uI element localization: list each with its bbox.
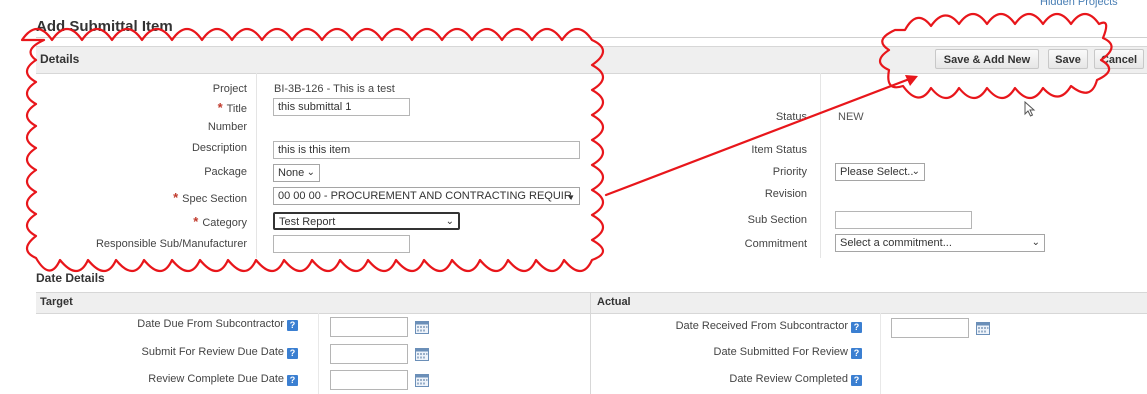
hidden-projects-link[interactable]: Hidden Projects bbox=[1040, 0, 1118, 8]
date-review-completed-text: Date Review Completed bbox=[729, 373, 848, 385]
submit-for-review-due-date-input[interactable] bbox=[330, 344, 408, 364]
date-due-from-subcontractor-label: Date Due From Subcontractor? bbox=[60, 318, 298, 331]
status-label: Status bbox=[775, 111, 807, 123]
review-complete-due-date-label: Review Complete Due Date? bbox=[60, 373, 298, 386]
details-column-divider bbox=[256, 73, 257, 258]
title-input[interactable]: this submittal 1 bbox=[273, 98, 410, 116]
title-label: * Title bbox=[32, 100, 247, 115]
arrowhead-icon bbox=[905, 75, 918, 86]
chevron-down-icon: ⌄ bbox=[911, 166, 920, 177]
category-label-text: Category bbox=[202, 217, 247, 229]
date-review-completed-label: Date Review Completed? bbox=[600, 373, 862, 386]
spec-section-select[interactable]: 00 00 00 - PROCUREMENT AND CONTRACTING R… bbox=[273, 187, 580, 205]
target-header: Target bbox=[40, 296, 73, 308]
page-title: Add Submittal Item bbox=[36, 18, 173, 35]
priority-select[interactable]: Please Select.. ⌄ bbox=[835, 163, 925, 181]
submit-for-review-due-date-text: Submit For Review Due Date bbox=[141, 346, 284, 358]
status-value: NEW bbox=[838, 111, 864, 123]
save-button[interactable]: Save bbox=[1048, 49, 1088, 69]
details-section-title: Details bbox=[40, 52, 80, 66]
description-label: Description bbox=[191, 142, 247, 154]
category-select-value: Test Report bbox=[279, 216, 336, 228]
review-complete-due-date-text: Review Complete Due Date bbox=[148, 373, 284, 385]
revision-label: Revision bbox=[764, 188, 807, 200]
required-star: * bbox=[217, 100, 223, 115]
priority-label: Priority bbox=[772, 166, 807, 178]
date-column-divider bbox=[590, 292, 591, 394]
help-icon[interactable]: ? bbox=[287, 348, 298, 359]
item-status-label: Item Status bbox=[751, 144, 807, 156]
package-label: Package bbox=[204, 166, 247, 178]
help-icon[interactable]: ? bbox=[851, 375, 862, 386]
commitment-select-value: Select a commitment... bbox=[840, 237, 952, 249]
actual-header: Actual bbox=[597, 296, 631, 308]
priority-select-value: Please Select.. bbox=[840, 166, 914, 178]
package-select-value: None bbox=[278, 167, 305, 179]
description-input[interactable]: this is this item bbox=[273, 141, 580, 159]
details-column-divider-right bbox=[820, 73, 821, 258]
spec-section-label-text: Spec Section bbox=[182, 193, 247, 205]
sub-section-label: Sub Section bbox=[747, 214, 807, 226]
required-star: * bbox=[173, 190, 179, 205]
calendar-icon[interactable] bbox=[415, 373, 429, 387]
submit-for-review-due-date-label: Submit For Review Due Date? bbox=[60, 346, 298, 359]
date-details-header-bar bbox=[36, 292, 1147, 314]
help-icon[interactable]: ? bbox=[287, 320, 298, 331]
review-complete-due-date-input[interactable] bbox=[330, 370, 408, 390]
commitment-label: Commitment bbox=[744, 238, 807, 250]
category-select[interactable]: Test Report ⌄ bbox=[273, 212, 460, 230]
responsible-input[interactable] bbox=[273, 235, 410, 253]
title-label-text: Title bbox=[226, 103, 247, 115]
spec-section-label: * Spec Section bbox=[32, 190, 247, 205]
spec-section-select-value: 00 00 00 - PROCUREMENT AND CONTRACTING R… bbox=[278, 190, 572, 202]
chevron-down-icon: ⌄ bbox=[1031, 237, 1040, 248]
cancel-button[interactable]: Cancel bbox=[1094, 49, 1144, 69]
date-received-from-subcontractor-input[interactable] bbox=[891, 318, 969, 338]
caret-down-icon: ▼ bbox=[567, 193, 575, 202]
required-star: * bbox=[193, 214, 199, 229]
save-and-add-new-button[interactable]: Save & Add New bbox=[935, 49, 1039, 69]
help-icon[interactable]: ? bbox=[851, 322, 862, 333]
actual-column-divider bbox=[880, 313, 881, 394]
chevron-down-icon: ⌄ bbox=[445, 216, 454, 227]
date-submitted-for-review-label: Date Submitted For Review? bbox=[600, 346, 862, 359]
help-icon[interactable]: ? bbox=[287, 375, 298, 386]
mouse-cursor-icon bbox=[1024, 100, 1036, 120]
date-details-title: Date Details bbox=[36, 271, 105, 285]
date-received-from-subcontractor-text: Date Received From Subcontractor bbox=[675, 320, 848, 332]
project-label: Project bbox=[212, 83, 247, 95]
date-received-from-subcontractor-label: Date Received From Subcontractor? bbox=[600, 320, 862, 333]
date-due-from-subcontractor-text: Date Due From Subcontractor bbox=[137, 318, 284, 330]
package-select[interactable]: None ⌄ bbox=[273, 164, 320, 182]
chevron-down-icon: ⌄ bbox=[306, 167, 315, 178]
target-column-divider bbox=[318, 313, 319, 394]
title-divider bbox=[36, 37, 1147, 38]
date-submitted-for-review-text: Date Submitted For Review bbox=[713, 346, 849, 358]
category-label: * Category bbox=[32, 214, 247, 229]
responsible-label: Responsible Sub/Manufacturer bbox=[95, 238, 247, 250]
date-due-from-subcontractor-input[interactable] bbox=[330, 317, 408, 337]
sub-section-input[interactable] bbox=[835, 211, 972, 229]
project-value: BI-3B-126 - This is a test bbox=[274, 83, 395, 95]
calendar-icon[interactable] bbox=[976, 321, 990, 335]
calendar-icon[interactable] bbox=[415, 320, 429, 334]
help-icon[interactable]: ? bbox=[851, 348, 862, 359]
commitment-select[interactable]: Select a commitment... ⌄ bbox=[835, 234, 1045, 252]
calendar-icon[interactable] bbox=[415, 347, 429, 361]
number-label: Number bbox=[207, 121, 247, 133]
